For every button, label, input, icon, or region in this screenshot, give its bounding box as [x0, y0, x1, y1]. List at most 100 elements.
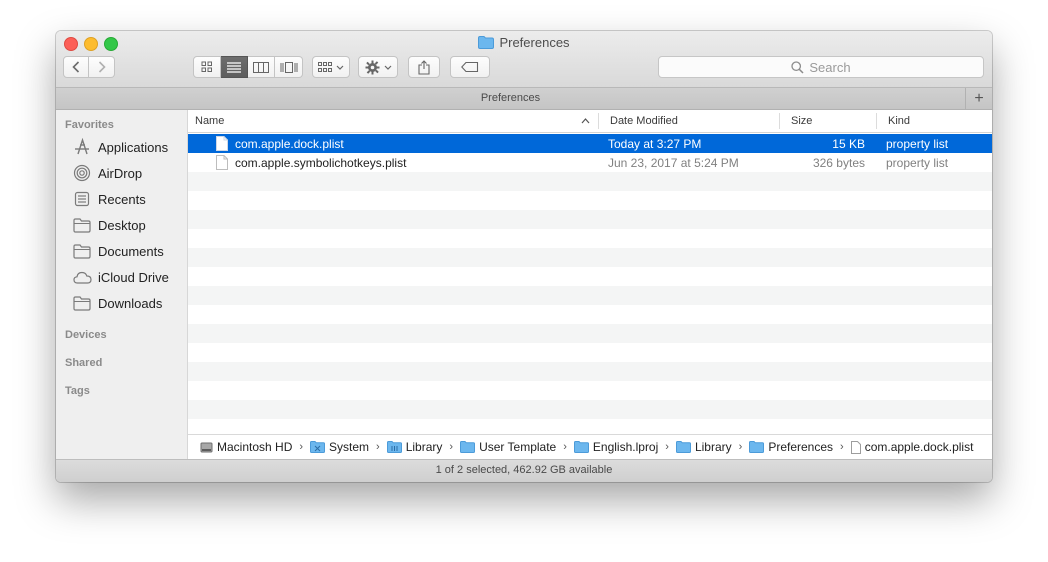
- sidebar-item-downloads[interactable]: Downloads: [72, 291, 184, 315]
- search-placeholder: Search: [809, 59, 851, 75]
- path-label: English.lproj: [592, 440, 659, 454]
- sidebar-section-devices[interactable]: Devices: [65, 329, 107, 341]
- table-row[interactable]: com.apple.symbolichotkeys.plist Jun 23, …: [188, 153, 992, 172]
- chevron-down-icon: [336, 65, 344, 70]
- list-header: Name Date Modified Size Kind: [188, 110, 992, 133]
- empty-row: [188, 305, 992, 324]
- sidebar-section-tags[interactable]: Tags: [65, 385, 90, 397]
- search-field[interactable]: Search: [658, 56, 984, 78]
- column-header-date-modified[interactable]: Date Modified: [610, 115, 678, 127]
- sidebar-item-airdrop[interactable]: AirDrop: [72, 161, 184, 185]
- window-title: Preferences: [56, 35, 992, 52]
- sidebar-section-shared[interactable]: Shared: [65, 357, 102, 369]
- applications-icon: [72, 137, 92, 157]
- sidebar-section-favorites: Favorites: [65, 119, 114, 131]
- file-name: com.apple.dock.plist: [235, 137, 344, 151]
- column-divider[interactable]: [779, 113, 780, 129]
- action-button[interactable]: [358, 56, 398, 78]
- chevron-right-icon: ›: [299, 441, 304, 453]
- folder-icon: [573, 441, 589, 453]
- path-label: com.apple.dock.plist: [864, 440, 974, 454]
- folder-icon: [749, 441, 765, 453]
- list-icon: [227, 61, 241, 73]
- file-kind: property list: [886, 156, 949, 170]
- empty-row: [188, 419, 992, 434]
- path-item-library-2[interactable]: Library: [675, 440, 732, 454]
- path-item-file[interactable]: com.apple.dock.plist: [850, 440, 974, 454]
- empty-row: [188, 191, 992, 210]
- column-view-button[interactable]: [248, 56, 275, 78]
- gear-icon: [365, 60, 379, 74]
- column-header-name[interactable]: Name: [195, 115, 224, 127]
- sidebar-item-label: Recents: [98, 191, 146, 207]
- tags-button[interactable]: [450, 56, 490, 78]
- path-item-macintosh-hd[interactable]: Macintosh HD: [200, 440, 292, 454]
- column-divider[interactable]: [598, 113, 599, 129]
- chevron-right-icon: ›: [840, 441, 844, 453]
- share-button[interactable]: [408, 56, 440, 78]
- cover-flow-view-button[interactable]: [275, 56, 303, 78]
- path-item-preferences[interactable]: Preferences: [749, 440, 833, 454]
- path-label: Macintosh HD: [217, 440, 293, 454]
- group-by-button[interactable]: [312, 56, 350, 78]
- path-bar: Macintosh HD › System › Library › User T…: [188, 434, 992, 459]
- empty-row: [188, 362, 992, 381]
- path-label: Library: [405, 440, 443, 454]
- window-title-text: Preferences: [499, 35, 570, 50]
- status-bar: 1 of 2 selected, 462.92 GB available: [56, 459, 992, 482]
- sidebar-item-desktop[interactable]: Desktop: [72, 213, 184, 237]
- empty-row: [188, 248, 992, 267]
- cover-flow-icon: [280, 61, 297, 73]
- chevron-left-icon: [72, 61, 80, 73]
- forward-button[interactable]: [89, 56, 115, 78]
- tab-preferences[interactable]: Preferences: [56, 92, 965, 104]
- path-label: Library: [694, 440, 732, 454]
- search-icon: [791, 60, 804, 74]
- path-item-library[interactable]: Library: [386, 440, 443, 454]
- chevron-right-icon: [98, 61, 106, 73]
- empty-row: [188, 324, 992, 343]
- empty-row: [188, 400, 992, 419]
- column-divider[interactable]: [876, 113, 877, 129]
- file-icon: [850, 440, 861, 454]
- path-item-user-template[interactable]: User Template: [460, 440, 556, 454]
- chevron-down-icon: [384, 65, 391, 70]
- empty-row: [188, 343, 992, 362]
- hard-drive-icon: [200, 441, 213, 454]
- sidebar-item-label: Documents: [98, 243, 164, 259]
- file-size: 15 KB: [832, 137, 865, 151]
- back-button[interactable]: [63, 56, 89, 78]
- file-rows: com.apple.dock.plist Today at 3:27 PM 15…: [188, 134, 992, 434]
- sidebar-item-label: Desktop: [98, 217, 146, 233]
- chevron-right-icon: ›: [665, 441, 669, 453]
- airdrop-icon: [72, 163, 92, 183]
- folder-icon: [72, 293, 92, 313]
- sidebar-item-documents[interactable]: Documents: [72, 239, 184, 263]
- sidebar-item-icloud-drive[interactable]: iCloud Drive: [72, 265, 184, 289]
- sort-ascending-icon: [581, 118, 590, 124]
- column-header-kind[interactable]: Kind: [888, 115, 910, 127]
- list-view-button[interactable]: [221, 56, 248, 78]
- sidebar-item-label: Downloads: [98, 295, 163, 311]
- library-folder-icon: [386, 441, 402, 453]
- path-item-system[interactable]: System: [310, 440, 369, 454]
- folder-icon: [460, 441, 476, 453]
- sidebar-item-recents[interactable]: Recents: [72, 187, 184, 211]
- new-tab-button[interactable]: +: [965, 88, 992, 109]
- table-row[interactable]: com.apple.dock.plist Today at 3:27 PM 15…: [188, 134, 992, 153]
- icon-view-button[interactable]: [193, 56, 221, 78]
- file-date-modified: Jun 23, 2017 at 5:24 PM: [608, 156, 739, 170]
- path-label: Preferences: [768, 440, 834, 454]
- empty-row: [188, 381, 992, 400]
- chevron-right-icon: ›: [738, 441, 743, 453]
- path-item-english-lproj[interactable]: English.lproj: [573, 440, 659, 454]
- document-icon: [216, 155, 228, 170]
- column-header-size[interactable]: Size: [791, 115, 812, 127]
- chevron-right-icon: ›: [449, 441, 454, 453]
- chevron-right-icon: ›: [563, 441, 567, 453]
- sidebar: Favorites Applications AirDrop Recents D…: [56, 110, 188, 459]
- sidebar-item-label: Applications: [98, 139, 169, 155]
- empty-row: [188, 267, 992, 286]
- sidebar-item-applications[interactable]: Applications: [72, 135, 184, 159]
- finder-window: Preferences Search Preferences + Favorit…: [56, 31, 992, 482]
